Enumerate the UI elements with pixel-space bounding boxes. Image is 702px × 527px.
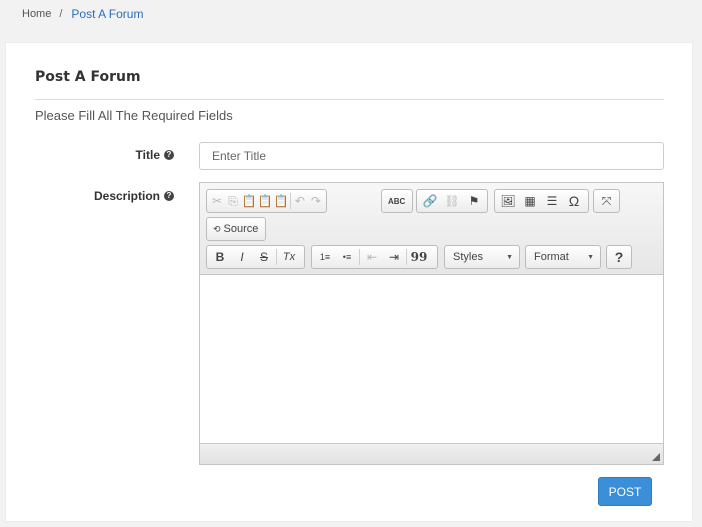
title-label-text: Title [135,148,160,162]
title-divider [35,99,664,100]
basic-styles-group: B I S Tx [206,245,305,269]
editor-help-button[interactable]: ? [609,247,629,267]
undo-icon[interactable]: ↶ [292,191,308,211]
paste-icon[interactable]: 📋 [241,191,257,211]
post-button[interactable]: POST [598,477,652,506]
title-help-icon[interactable]: ? [164,150,174,160]
tools-group: ⤧ [593,189,620,213]
resize-handle-icon[interactable] [652,453,660,461]
styles-dropdown[interactable]: Styles ▼ [444,245,520,269]
paste-text-icon[interactable]: 📋 [257,191,273,211]
editor-content-area[interactable] [200,275,663,443]
redo-icon[interactable]: ↷ [308,191,324,211]
breadcrumb-separator: / [59,8,63,20]
horizontal-rule-icon[interactable]: ☰ [541,191,563,211]
spellcheck-icon[interactable]: ABC [384,191,409,211]
source-button-label: Source [223,223,259,235]
paragraph-group: 1≡ •≡ ⇤ ⇥ 99 [311,245,438,269]
outdent-icon[interactable]: ⇤ [361,247,383,267]
description-label: Description ? [76,188,174,204]
bold-icon[interactable]: B [209,247,231,267]
chevron-down-icon: ▼ [506,253,513,261]
breadcrumb-current[interactable]: Post A Forum [71,7,143,21]
styles-dropdown-label: Styles [453,251,483,263]
editor-footer [200,443,663,464]
table-icon[interactable]: ▦ [519,191,541,211]
paste-word-icon[interactable]: 📋 [273,191,289,211]
ordered-list-icon[interactable]: 1≡ [314,247,336,267]
title-label: Title ? [116,147,174,163]
bulleted-list-icon[interactable]: •≡ [336,247,358,267]
copy-icon[interactable]: ⎘ [225,191,241,211]
blockquote-icon[interactable]: 99 [408,247,430,267]
strikethrough-icon[interactable]: S [253,247,275,267]
cut-icon[interactable]: ✂ [209,191,225,211]
source-icon: ⟲ [213,223,221,234]
source-group: ⟲ Source [206,217,266,241]
link-icon[interactable]: 🔗 [419,191,441,211]
about-group: ? [606,245,632,269]
italic-icon[interactable]: I [231,247,253,267]
breadcrumb-home-link[interactable]: Home [22,8,51,20]
remove-format-icon[interactable]: Tx [278,247,300,267]
source-button[interactable]: ⟲ Source [209,219,262,239]
description-editor: ✂ ⎘ 📋 📋 📋 ↶ ↷ ABC 🔗 ⛓ ⚑ 🖼 ▦ ☰ Ω ⤧ ⟲ Sour… [199,182,664,465]
anchor-icon[interactable]: ⚑ [463,191,485,211]
special-char-icon[interactable]: Ω [563,191,585,211]
clipboard-group: ✂ ⎘ 📋 📋 📋 ↶ ↷ [206,189,327,213]
format-dropdown-label: Format [534,251,569,263]
toolbar-divider [276,249,277,265]
post-forum-card: Post A Forum Please Fill All The Require… [5,42,693,522]
spellcheck-group: ABC [381,189,413,213]
maximize-icon[interactable]: ⤧ [596,191,617,211]
insert-group: 🖼 ▦ ☰ Ω [494,189,589,213]
toolbar-divider [359,249,360,265]
description-label-text: Description [93,189,160,203]
format-dropdown[interactable]: Format ▼ [525,245,601,269]
toolbar-divider [406,249,407,265]
editor-toolbar: ✂ ⎘ 📋 📋 📋 ↶ ↷ ABC 🔗 ⛓ ⚑ 🖼 ▦ ☰ Ω ⤧ ⟲ Sour… [200,183,663,275]
unlink-icon[interactable]: ⛓ [441,191,463,211]
page-title: Post A Forum [35,69,141,85]
description-help-icon[interactable]: ? [164,191,174,201]
chevron-down-icon: ▼ [587,253,594,261]
title-input[interactable] [199,142,664,170]
image-icon[interactable]: 🖼 [497,191,519,211]
links-group: 🔗 ⛓ ⚑ [416,189,488,213]
breadcrumb: Home / Post A Forum [22,6,143,22]
toolbar-divider [290,193,291,209]
form-instructions: Please Fill All The Required Fields [35,108,233,123]
indent-icon[interactable]: ⇥ [383,247,405,267]
